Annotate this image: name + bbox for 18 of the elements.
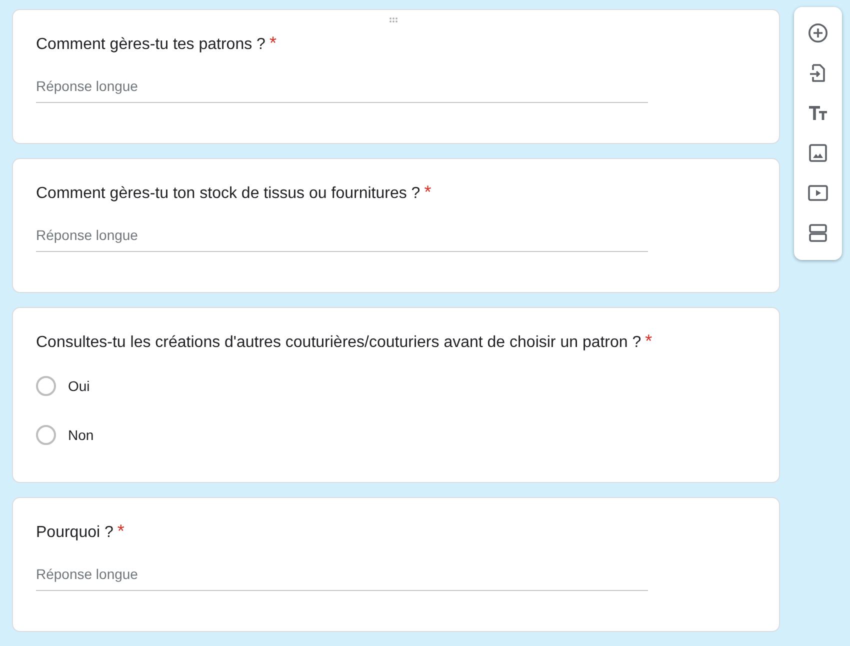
question-title: Comment gères-tu ton stock de tissus ou fournitures ? <box>36 184 420 204</box>
section-icon[interactable] <box>806 221 830 245</box>
option-label: Non <box>68 426 94 442</box>
question-title: Pourquoi ? <box>36 523 114 543</box>
required-mark: * <box>645 331 652 351</box>
answer-field[interactable]: Réponse longue <box>36 226 648 252</box>
required-mark: * <box>269 33 276 53</box>
required-mark: * <box>117 521 124 541</box>
image-icon[interactable] <box>806 141 830 165</box>
add-circle-icon[interactable] <box>806 21 830 45</box>
answer-field[interactable]: Réponse longue <box>36 77 648 103</box>
radio-button[interactable] <box>36 376 56 396</box>
option-label: Oui <box>68 378 90 394</box>
question-title: Comment gères-tu tes patrons ? <box>36 35 266 55</box>
required-mark: * <box>424 182 432 202</box>
question-title: Consultes-tu les créations d'autres couturières/couturiers avant de choisir un patron ? <box>36 333 642 353</box>
radio-button[interactable] <box>36 424 56 444</box>
answer-field[interactable]: Réponse longue <box>36 565 648 591</box>
